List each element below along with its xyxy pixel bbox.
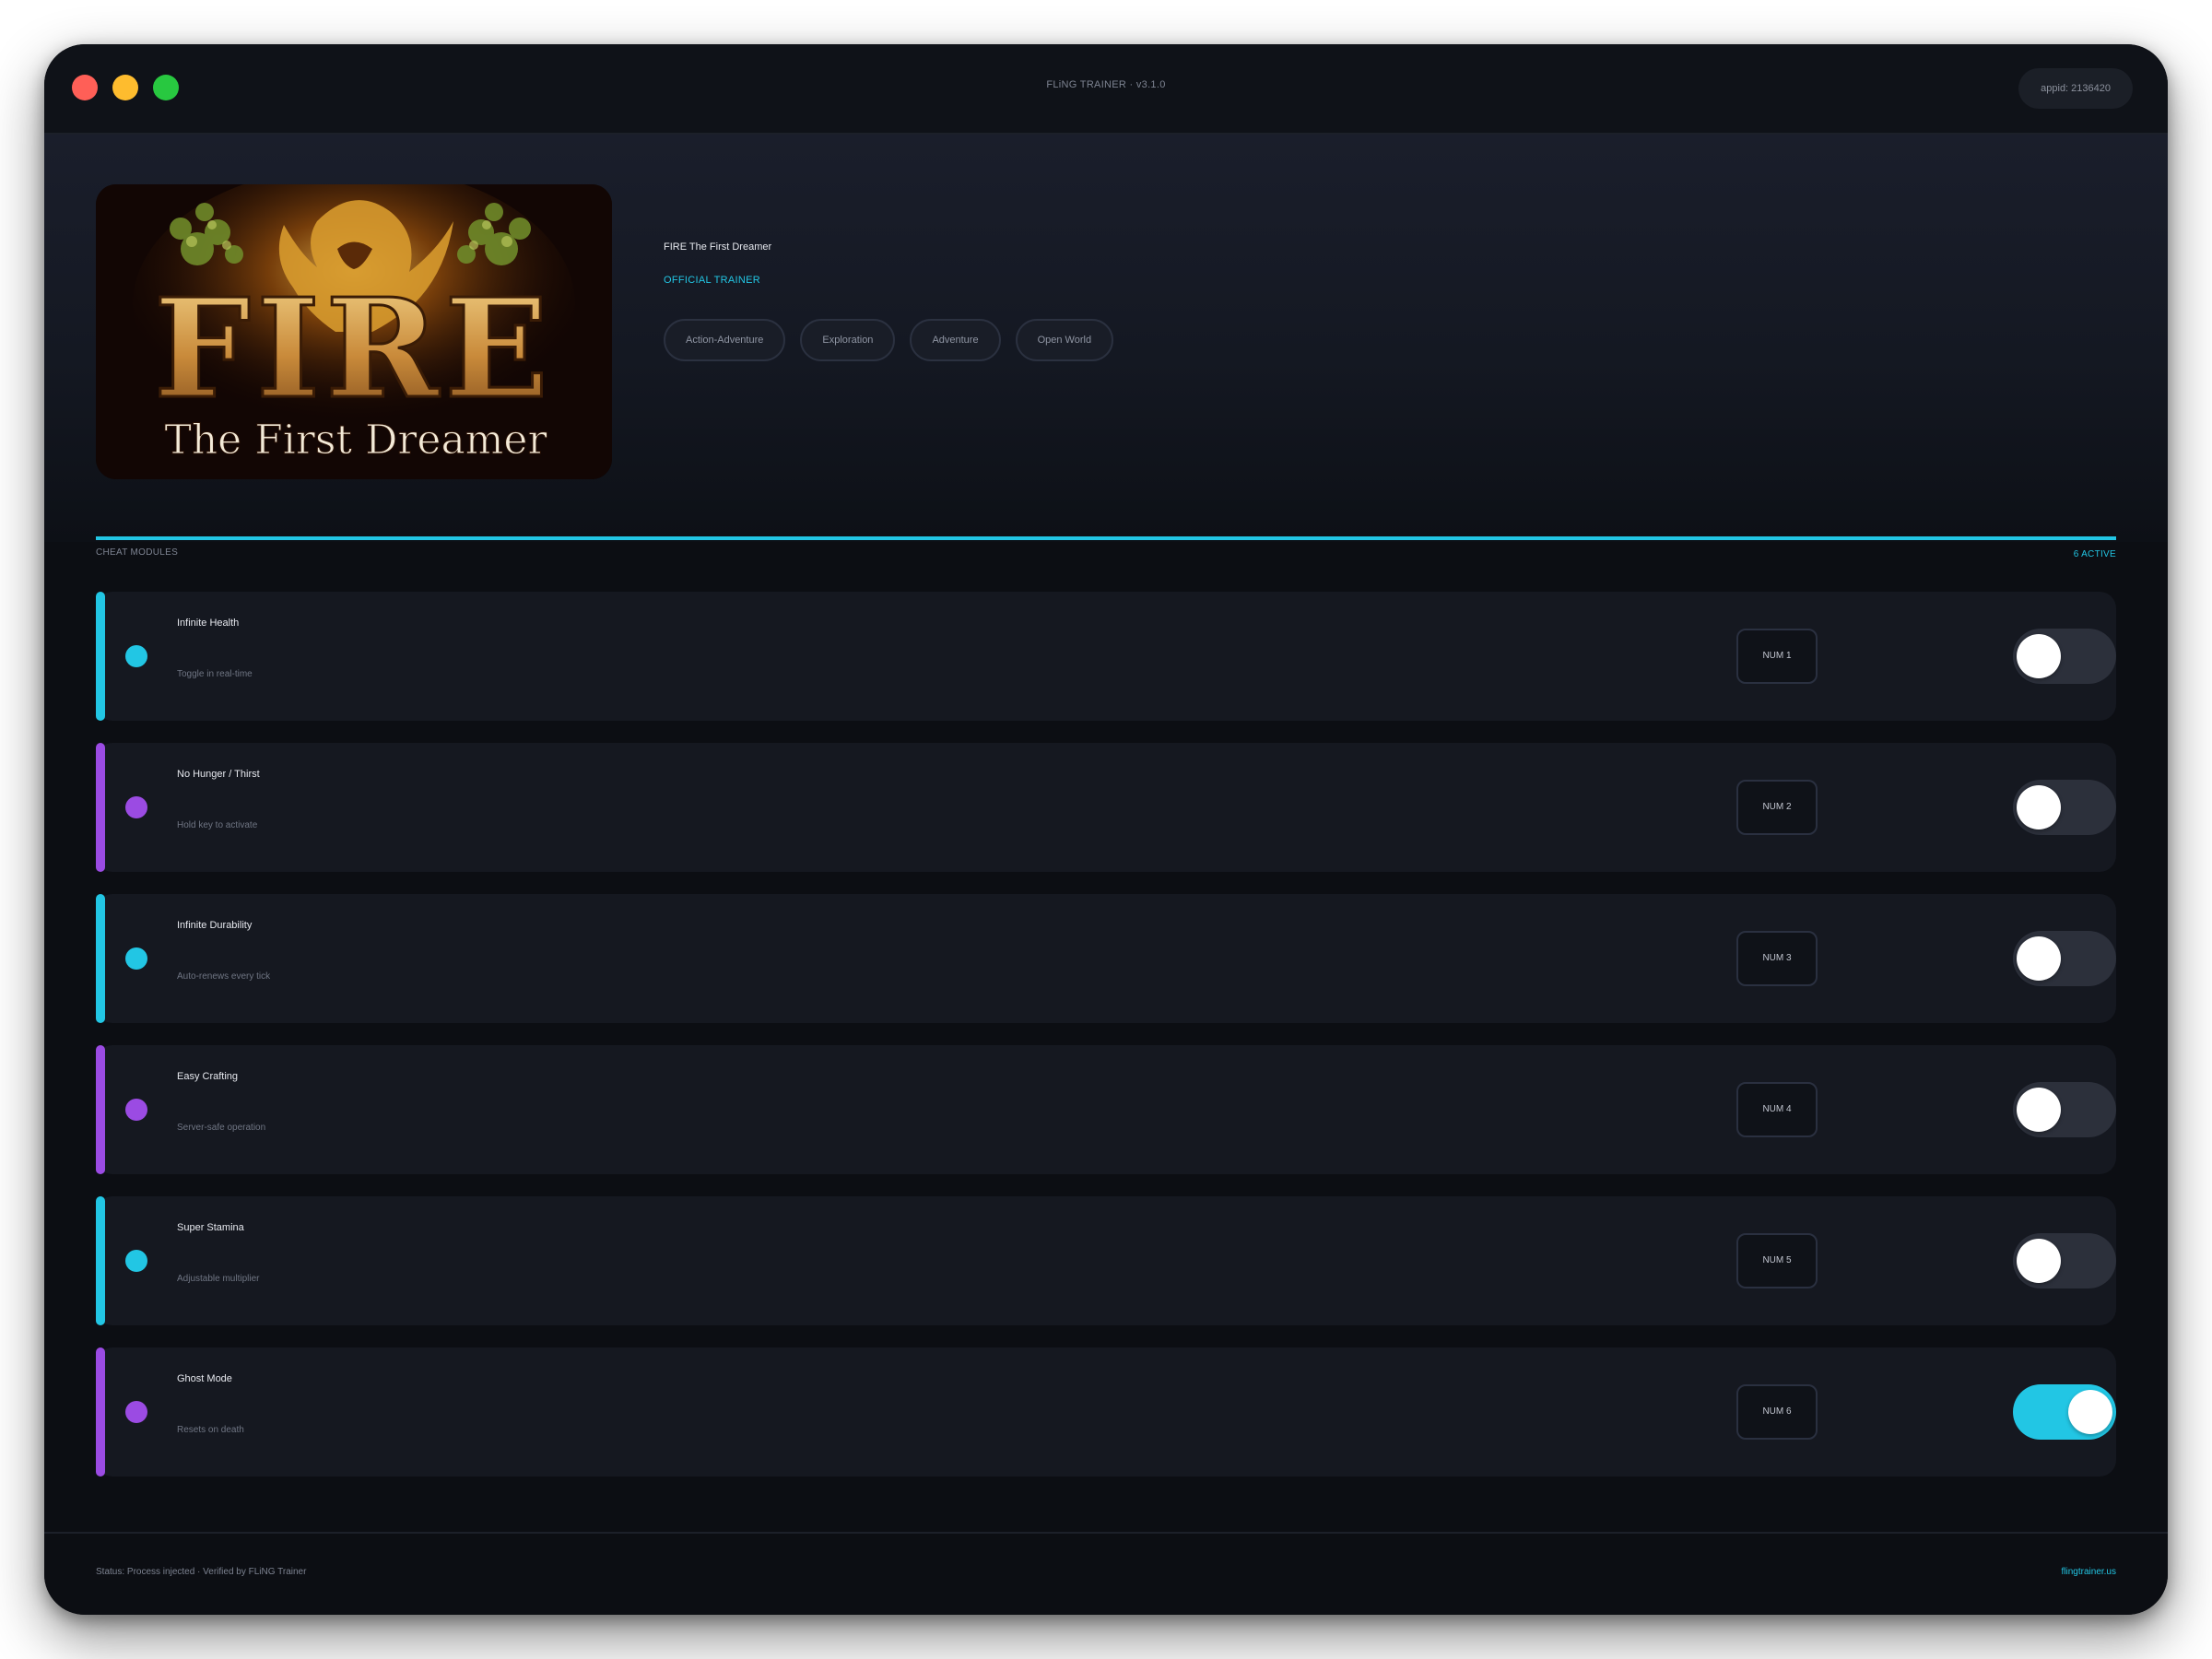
cheat-accent-bar <box>96 592 105 721</box>
toggle-knob <box>2017 1239 2061 1283</box>
cover-subtitle-text: The First Dreamer <box>165 417 548 464</box>
game-title: FIRE The First Dreamer <box>664 241 772 253</box>
status-text: Status: Process injected · Verified by F… <box>96 1567 307 1577</box>
cover-logo-text: FIRE <box>154 268 554 429</box>
cheat-name: Infinite Durability <box>177 920 253 931</box>
cheat-status-dot <box>125 1099 147 1121</box>
cheat-description: Resets on death <box>177 1425 244 1435</box>
genre-tag[interactable]: Open World <box>1015 319 1114 361</box>
status-footer: Status: Process injected · Verified by F… <box>44 1532 2168 1615</box>
cheat-name: Ghost Mode <box>177 1373 232 1384</box>
toggle-knob <box>2017 936 2061 981</box>
genre-tags: Action-Adventure Exploration Adventure O… <box>664 319 1114 361</box>
cheat-toggle[interactable] <box>2013 780 2116 835</box>
cheat-name: No Hunger / Thirst <box>177 769 260 780</box>
cheat-toggle[interactable] <box>2013 931 2116 986</box>
cheat-toggle[interactable] <box>2013 1082 2116 1137</box>
cheat-description: Adjustable multiplier <box>177 1274 260 1284</box>
toggle-knob <box>2017 785 2061 830</box>
cheat-status-dot <box>125 645 147 667</box>
cheat-name: Super Stamina <box>177 1222 244 1233</box>
genre-tag[interactable]: Exploration <box>800 319 896 361</box>
cheat-toggle[interactable] <box>2013 629 2116 684</box>
cheat-accent-bar <box>96 1045 105 1174</box>
cheat-description: Auto-renews every tick <box>177 971 271 982</box>
cheat-status-dot <box>125 796 147 818</box>
cheat-accent-bar <box>96 743 105 872</box>
title-bar: FLiNG TRAINER · v3.1.0 appid: 2136420 <box>44 44 2168 135</box>
app-window: FLiNG TRAINER · v3.1.0 appid: 2136420 FI… <box>44 44 2168 1615</box>
toggle-knob <box>2068 1390 2112 1434</box>
cheat-accent-bar <box>96 1196 105 1325</box>
cheat-row: Easy Crafting Server-safe operation NUM … <box>96 1045 2116 1174</box>
cheat-row: Infinite Health Toggle in real-time NUM … <box>96 592 2116 721</box>
hotkey-button[interactable]: NUM 5 <box>1736 1233 1818 1288</box>
cheat-row: Ghost Mode Resets on death NUM 6 <box>96 1347 2116 1477</box>
cheat-description: Server-safe operation <box>177 1123 266 1133</box>
cheat-status-dot <box>125 947 147 970</box>
official-trainer-badge: OFFICIAL TRAINER <box>664 275 761 286</box>
active-count: 6 ACTIVE <box>2073 549 2116 559</box>
hotkey-button[interactable]: NUM 1 <box>1736 629 1818 684</box>
cheat-list: Infinite Health Toggle in real-time NUM … <box>96 592 2116 1499</box>
cheat-toggle[interactable] <box>2013 1233 2116 1288</box>
toggle-knob <box>2017 634 2061 678</box>
hotkey-button[interactable]: NUM 6 <box>1736 1384 1818 1440</box>
hotkey-button[interactable]: NUM 4 <box>1736 1082 1818 1137</box>
section-title: CHEAT MODULES <box>96 547 179 558</box>
appid-badge: appid: 2136420 <box>2018 68 2133 109</box>
cheat-status-dot <box>125 1401 147 1423</box>
cheat-row: Super Stamina Adjustable multiplier NUM … <box>96 1196 2116 1325</box>
section-divider <box>96 536 2116 540</box>
cheat-row: Infinite Durability Auto-renews every ti… <box>96 894 2116 1023</box>
hotkey-button[interactable]: NUM 3 <box>1736 931 1818 986</box>
cheat-accent-bar <box>96 1347 105 1477</box>
game-header: FIRE The First Dreamer FIRE The First Dr… <box>44 135 2168 542</box>
cheat-name: Infinite Health <box>177 618 240 629</box>
game-cover-image: FIRE The First Dreamer <box>96 184 612 479</box>
cheat-accent-bar <box>96 894 105 1023</box>
window-title: FLiNG TRAINER · v3.1.0 <box>1046 79 1166 90</box>
website-link[interactable]: flingtrainer.us <box>2062 1567 2116 1577</box>
hotkey-button[interactable]: NUM 2 <box>1736 780 1818 835</box>
cheat-toggle[interactable] <box>2013 1384 2116 1440</box>
cheat-description: Toggle in real-time <box>177 669 253 679</box>
cheat-description: Hold key to activate <box>177 820 258 830</box>
toggle-knob <box>2017 1088 2061 1132</box>
cover-artwork: FIRE The First Dreamer <box>96 184 612 479</box>
cheat-name: Easy Crafting <box>177 1071 239 1082</box>
genre-tag[interactable]: Action-Adventure <box>664 319 786 361</box>
cheat-row: No Hunger / Thirst Hold key to activate … <box>96 743 2116 872</box>
cheat-status-dot <box>125 1250 147 1272</box>
genre-tag[interactable]: Adventure <box>910 319 1001 361</box>
